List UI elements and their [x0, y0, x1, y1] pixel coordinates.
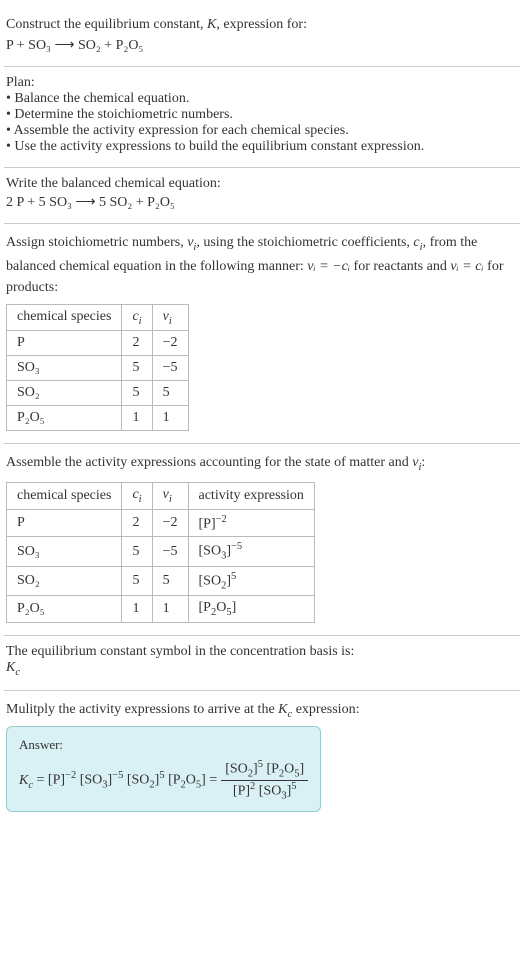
plan-item: Determine the stoichiometric numbers.: [6, 107, 518, 123]
plan-title: Plan:: [6, 75, 518, 91]
activity-section: Assemble the activity expressions accoun…: [4, 446, 520, 633]
stoich-intro-b: , using the stoichiometric coefficients,: [196, 235, 413, 250]
table-row: P 2 −2 [P]−2: [7, 509, 315, 537]
plan-item: Use the activity expressions to build th…: [6, 139, 518, 155]
symbol-line: The equilibrium constant symbol in the c…: [6, 644, 518, 660]
balanced-section: Write the balanced chemical equation: 2 …: [4, 170, 520, 221]
divider: [4, 167, 520, 168]
answer-numerator: [SO2]5 [P2O5]: [221, 759, 308, 780]
table-header: νi: [152, 482, 188, 509]
table-cell: 2: [122, 331, 152, 356]
table-cell: [P]−2: [188, 509, 314, 537]
intro-line1: Construct the equilibrium constant,: [6, 17, 207, 32]
multiply-line: Mulitply the activity expressions to arr…: [6, 699, 518, 723]
stoich-table: chemical species ci νi P 2 −2 SO₃ 5 −5 S…: [6, 304, 189, 432]
table-cell: P₂O₅: [7, 406, 122, 431]
table-cell: 5: [152, 566, 188, 595]
table-cell: −2: [152, 509, 188, 537]
table-cell: 5: [122, 566, 152, 595]
table-cell: 5: [122, 356, 152, 381]
stoich-intro-a: Assign stoichiometric numbers,: [6, 235, 187, 250]
table-header: chemical species: [7, 304, 122, 331]
table-cell: [SO2]5: [188, 566, 314, 595]
stoich-section: Assign stoichiometric numbers, νi, using…: [4, 226, 520, 441]
divider: [4, 690, 520, 691]
table-cell: 1: [152, 596, 188, 623]
answer-box: Answer: Kc = [P]−2 [SO3]−5 [SO2]5 [P2O5]…: [6, 726, 321, 812]
table-header: chemical species: [7, 482, 122, 509]
table-row: P₂O₅ 1 1 [P2O5]: [7, 596, 315, 623]
table-header-row: chemical species ci νi activity expressi…: [7, 482, 315, 509]
divider: [4, 443, 520, 444]
table-cell: 1: [152, 406, 188, 431]
table-row: P 2 −2: [7, 331, 189, 356]
table-cell: 5: [122, 381, 152, 406]
activity-table: chemical species ci νi activity expressi…: [6, 482, 315, 623]
table-cell: 5: [122, 537, 152, 566]
activity-intro-a: Assemble the activity expressions accoun…: [6, 455, 412, 470]
table-header: νi: [152, 304, 188, 331]
symbol-section: The equilibrium constant symbol in the c…: [4, 638, 520, 688]
table-row: SO₃ 5 −5: [7, 356, 189, 381]
divider: [4, 635, 520, 636]
table-cell: −5: [152, 356, 188, 381]
answer-expression: Kc = [P]−2 [SO3]−5 [SO2]5 [P2O5] = [SO2]…: [19, 759, 308, 801]
balanced-title: Write the balanced chemical equation:: [6, 176, 518, 192]
answer-lhs: Kc = [P]−2 [SO3]−5 [SO2]5 [P2O5] =: [19, 770, 217, 790]
table-cell: 2: [122, 509, 152, 537]
table-row: SO₃ 5 −5 [SO3]−5: [7, 537, 315, 566]
divider: [4, 66, 520, 67]
table-row: SO₂ 5 5 [SO2]5: [7, 566, 315, 595]
stoich-intro-d: for reactants and: [350, 259, 450, 274]
stoich-intro: Assign stoichiometric numbers, νi, using…: [6, 232, 518, 298]
table-cell: P: [7, 331, 122, 356]
multiply-section: Mulitply the activity expressions to arr…: [4, 693, 520, 822]
table-cell: 1: [122, 406, 152, 431]
table-header: ci: [122, 304, 152, 331]
table-cell: −2: [152, 331, 188, 356]
activity-intro-b: :: [421, 455, 425, 470]
multiply-line-a: Mulitply the activity expressions to arr…: [6, 702, 278, 717]
table-row: SO₂ 5 5: [7, 381, 189, 406]
table-cell: −5: [152, 537, 188, 566]
table-cell: 5: [152, 381, 188, 406]
table-header: ci: [122, 482, 152, 509]
table-row: P₂O₅ 1 1: [7, 406, 189, 431]
table-header-row: chemical species ci νi: [7, 304, 189, 331]
balanced-equation: 2 P + 5 SO₃ ⟶ 5 SO₂ + P₂O₅: [6, 194, 518, 211]
table-cell: [P2O5]: [188, 596, 314, 623]
nu-eq-c: νᵢ = cᵢ: [450, 259, 483, 274]
table-cell: SO₂: [7, 381, 122, 406]
multiply-line-b: expression:: [292, 702, 359, 717]
table-cell: P: [7, 509, 122, 537]
activity-intro: Assemble the activity expressions accoun…: [6, 452, 518, 476]
table-cell: 1: [122, 596, 152, 623]
plan-item: Balance the chemical equation.: [6, 91, 518, 107]
symbol-kc: Kc: [6, 660, 518, 678]
table-cell: SO₃: [7, 537, 122, 566]
intro-text: Construct the equilibrium constant, K, e…: [6, 14, 518, 35]
table-header: activity expression: [188, 482, 314, 509]
nu-i: νi: [187, 235, 196, 250]
answer-denominator: [P]2 [SO3]5: [221, 781, 308, 801]
intro-line1-end: , expression for:: [216, 17, 307, 32]
c-i: ci: [413, 235, 422, 250]
intro-section: Construct the equilibrium constant, K, e…: [4, 8, 520, 64]
kc-var: Kc: [278, 702, 292, 717]
nu-eq-neg-c: νᵢ = −cᵢ: [307, 259, 350, 274]
table-cell: SO₂: [7, 566, 122, 595]
intro-equation: P + SO₃ ⟶ SO₂ + P₂O₅: [6, 37, 518, 54]
intro-var-k: K: [207, 17, 216, 32]
table-cell: [SO3]−5: [188, 537, 314, 566]
answer-label: Answer:: [19, 737, 308, 753]
table-cell: SO₃: [7, 356, 122, 381]
table-cell: P₂O₅: [7, 596, 122, 623]
plan-section: Plan: Balance the chemical equation. Det…: [4, 69, 520, 165]
divider: [4, 223, 520, 224]
plan-item: Assemble the activity expression for eac…: [6, 123, 518, 139]
answer-fraction: [SO2]5 [P2O5] [P]2 [SO3]5: [221, 759, 308, 801]
plan-list: Balance the chemical equation. Determine…: [6, 91, 518, 155]
